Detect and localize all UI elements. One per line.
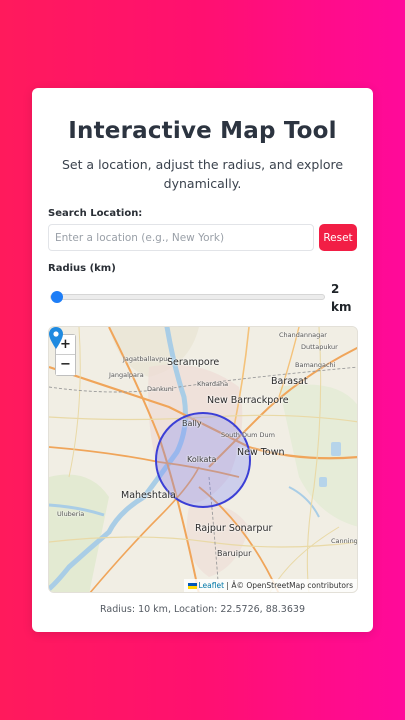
search-input[interactable] [48,224,314,251]
zoom-out-button[interactable]: − [56,355,75,375]
map-label-bally: Bally [182,419,202,428]
map-label-chandannagar: Chandannagar [279,331,327,339]
radius-label: Radius (km) [48,263,116,274]
map-label-duttapukur: Duttapukur [301,343,338,351]
leaflet-link[interactable]: Leaflet [199,581,225,590]
map-label-dankuni: Dankuni [147,385,174,393]
radius-value: 2 [331,282,340,296]
search-label: Search Location: [48,208,143,219]
status-text: Radius: 10 km, Location: 22.5726, 88.363… [100,604,305,615]
map-attribution: Leaflet | Â© OpenStreetMap contributors [183,579,357,592]
page-subtitle: Set a location, adjust the radius, and e… [61,157,344,191]
osm-attribution: | Â© OpenStreetMap contributors [224,581,353,590]
map-label-new-town: New Town [237,447,285,458]
map-label-serampore: Serampore [167,357,220,368]
map-label-canning: Canning II [331,537,358,545]
map-label-south-dum-dum: South Dum Dum [221,431,275,439]
map-label-barasat: Barasat [271,376,308,387]
radius-value-display: 2 km [331,280,351,316]
radius-unit: km [331,300,352,314]
map-label-jangalpara: Jangalpara [109,371,144,379]
map-label-new-barrackpore: New Barrackpore [207,395,289,406]
radius-slider[interactable] [50,294,325,300]
map-label-baruipur: Baruipur [217,549,252,558]
reset-button[interactable]: Reset [319,224,357,251]
map-label-uluberia: Uluberia [57,510,85,518]
map-tool-card: Interactive Map Tool Set a location, adj… [32,88,373,632]
map-label-maheshtala: Maheshtala [121,490,176,501]
map-label-kolkata: Kolkata [187,455,217,464]
ukraine-flag-icon [187,582,197,589]
map-label-rajpur-sonarpur: Rajpur Sonarpur [195,523,273,534]
map-view[interactable]: + − Chandannagar Duttapukur Jagatballavp… [48,326,358,593]
page-title: Interactive Map Tool [68,118,337,144]
radius-slider-thumb[interactable] [51,291,63,303]
map-label-jagatballavpur: Jagatballavpur [123,355,171,363]
map-label-khardaha: Khardaha [197,380,229,388]
map-label-bamangachi: Bamangachi [295,361,336,369]
location-pin-icon[interactable] [49,327,63,349]
